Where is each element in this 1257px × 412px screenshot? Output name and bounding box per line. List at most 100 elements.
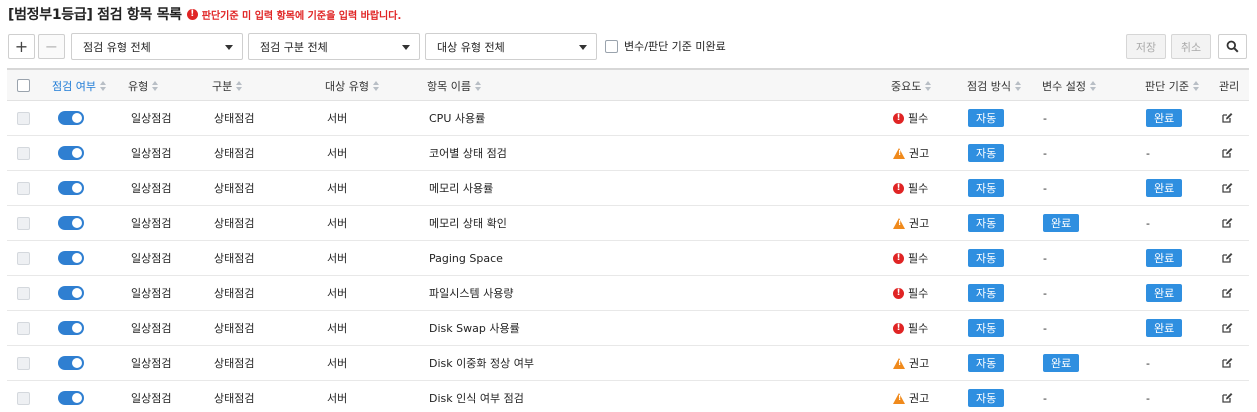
manage-cell[interactable] <box>1221 276 1233 310</box>
edit-icon[interactable] <box>1221 112 1233 124</box>
enabled-cell[interactable] <box>58 346 84 380</box>
manage-cell[interactable] <box>1221 346 1233 380</box>
toolbar: + − 점검 유형 전체 점검 구분 전체 대상 유형 전체 변수/판단 기준 … <box>8 33 1249 61</box>
incomplete-filter[interactable]: 변수/판단 기준 미완료 <box>605 38 726 54</box>
enabled-toggle[interactable] <box>58 321 84 335</box>
table-row[interactable]: 일상점검 상태점검 서버 Disk 인식 여부 점검! 권고 자동 - - <box>7 381 1249 412</box>
col-type[interactable]: 유형 <box>128 70 159 101</box>
enabled-toggle[interactable] <box>58 181 84 195</box>
edit-icon[interactable] <box>1221 147 1233 159</box>
method-badge: 자동 <box>968 179 1005 197</box>
row-checkbox[interactable] <box>17 286 30 300</box>
row-select-cell[interactable] <box>17 136 30 170</box>
manage-cell[interactable] <box>1221 241 1233 275</box>
table-row[interactable]: 일상점검 상태점검 서버 Disk 이중화 정상 여부! 권고 자동 완료 - <box>7 346 1249 381</box>
minus-icon: − <box>44 37 59 56</box>
edit-icon[interactable] <box>1221 287 1233 299</box>
table-row[interactable]: 일상점검 상태점검 서버 메모리 상태 확인! 권고 자동 완료 - <box>7 206 1249 241</box>
col-variable[interactable]: 변수 설정 <box>1042 70 1097 101</box>
manage-cell[interactable] <box>1221 206 1233 240</box>
row-select-cell[interactable] <box>17 276 30 310</box>
remove-button[interactable]: − <box>38 34 65 59</box>
table-row[interactable]: 일상점검 상태점검 서버 CPU 사용률! 필수 자동 - 완료 <box>7 101 1249 136</box>
row-checkbox[interactable] <box>17 111 30 125</box>
save-button[interactable]: 저장 <box>1126 34 1166 59</box>
enabled-cell[interactable] <box>58 381 84 412</box>
enabled-toggle[interactable] <box>58 216 84 230</box>
criteria-badge[interactable]: 완료 <box>1146 249 1183 267</box>
row-select-cell[interactable] <box>17 346 30 380</box>
row-checkbox[interactable] <box>17 391 30 405</box>
criteria-badge[interactable]: 완료 <box>1146 284 1183 302</box>
row-select-cell[interactable] <box>17 381 30 412</box>
criteria-badge[interactable]: 완료 <box>1146 319 1183 337</box>
edit-icon[interactable] <box>1221 322 1233 334</box>
variable-badge[interactable]: 완료 <box>1043 354 1080 372</box>
select-all-cell[interactable] <box>17 70 30 101</box>
inspection-type-select[interactable]: 점검 유형 전체 <box>71 33 243 60</box>
inspection-category-select[interactable]: 점검 구분 전체 <box>248 33 420 60</box>
manage-cell[interactable] <box>1221 381 1233 412</box>
col-method[interactable]: 점검 방식 <box>967 70 1022 101</box>
row-select-cell[interactable] <box>17 171 30 205</box>
col-enabled[interactable]: 점검 여부 <box>52 70 107 101</box>
col-target[interactable]: 대상 유형 <box>325 70 380 101</box>
enabled-cell[interactable] <box>58 136 84 170</box>
row-select-cell[interactable] <box>17 311 30 345</box>
enabled-cell[interactable] <box>58 241 84 275</box>
manage-cell[interactable] <box>1221 136 1233 170</box>
target-type-select[interactable]: 대상 유형 전체 <box>425 33 597 60</box>
row-checkbox[interactable] <box>17 356 30 370</box>
criteria-badge[interactable]: 완료 <box>1146 179 1183 197</box>
enabled-cell[interactable] <box>58 276 84 310</box>
sort-icon <box>152 80 159 91</box>
enabled-cell[interactable] <box>58 171 84 205</box>
type-cell: 일상점검 <box>131 392 172 405</box>
row-checkbox[interactable] <box>17 216 30 230</box>
edit-icon[interactable] <box>1221 357 1233 369</box>
enabled-cell[interactable] <box>58 101 84 135</box>
edit-icon[interactable] <box>1221 252 1233 264</box>
table-row[interactable]: 일상점검 상태점검 서버 코어별 상태 점검! 권고 자동 - - <box>7 136 1249 171</box>
row-select-cell[interactable] <box>17 101 30 135</box>
variable-cell: - <box>1043 381 1047 412</box>
enabled-toggle[interactable] <box>58 146 84 160</box>
edit-icon[interactable] <box>1221 392 1233 404</box>
row-checkbox[interactable] <box>17 251 30 265</box>
manage-cell[interactable] <box>1221 171 1233 205</box>
table-row[interactable]: 일상점검 상태점검 서버 Paging Space! 필수 자동 - 완료 <box>7 241 1249 276</box>
criteria-value: - <box>1146 216 1150 230</box>
variable-badge[interactable]: 완료 <box>1043 214 1080 232</box>
col-name[interactable]: 항목 이름 <box>427 70 482 101</box>
row-checkbox[interactable] <box>17 321 30 335</box>
criteria-badge[interactable]: 완료 <box>1146 109 1183 127</box>
select-all-checkbox[interactable] <box>17 79 30 92</box>
edit-icon[interactable] <box>1221 182 1233 194</box>
enabled-toggle[interactable] <box>58 391 84 405</box>
manage-cell[interactable] <box>1221 101 1233 135</box>
enabled-cell[interactable] <box>58 206 84 240</box>
method-badge: 자동 <box>968 389 1005 407</box>
table-row[interactable]: 일상점검 상태점검 서버 메모리 사용률! 필수 자동 - 완료 <box>7 171 1249 206</box>
manage-cell[interactable] <box>1221 311 1233 345</box>
edit-icon[interactable] <box>1221 217 1233 229</box>
col-importance[interactable]: 중요도 <box>891 70 932 101</box>
enabled-toggle[interactable] <box>58 356 84 370</box>
cancel-button[interactable]: 취소 <box>1171 34 1211 59</box>
row-checkbox[interactable] <box>17 146 30 160</box>
enabled-toggle[interactable] <box>58 111 84 125</box>
row-select-cell[interactable] <box>17 241 30 275</box>
row-checkbox[interactable] <box>17 181 30 195</box>
add-button[interactable]: + <box>8 34 35 59</box>
table-row[interactable]: 일상점검 상태점검 서버 Disk Swap 사용률! 필수 자동 - 완료 <box>7 311 1249 346</box>
enabled-cell[interactable] <box>58 311 84 345</box>
enabled-toggle[interactable] <box>58 286 84 300</box>
enabled-toggle[interactable] <box>58 251 84 265</box>
notice-text: 판단기준 미 입력 항목에 기준을 입력 바랍니다. <box>201 10 402 22</box>
table-row[interactable]: 일상점검 상태점검 서버 파일시스템 사용량! 필수 자동 - 완료 <box>7 276 1249 311</box>
search-button[interactable] <box>1218 34 1247 59</box>
col-criteria[interactable]: 판단 기준 <box>1145 70 1200 101</box>
col-category[interactable]: 구분 <box>212 70 243 101</box>
incomplete-checkbox[interactable] <box>605 39 618 53</box>
row-select-cell[interactable] <box>17 206 30 240</box>
